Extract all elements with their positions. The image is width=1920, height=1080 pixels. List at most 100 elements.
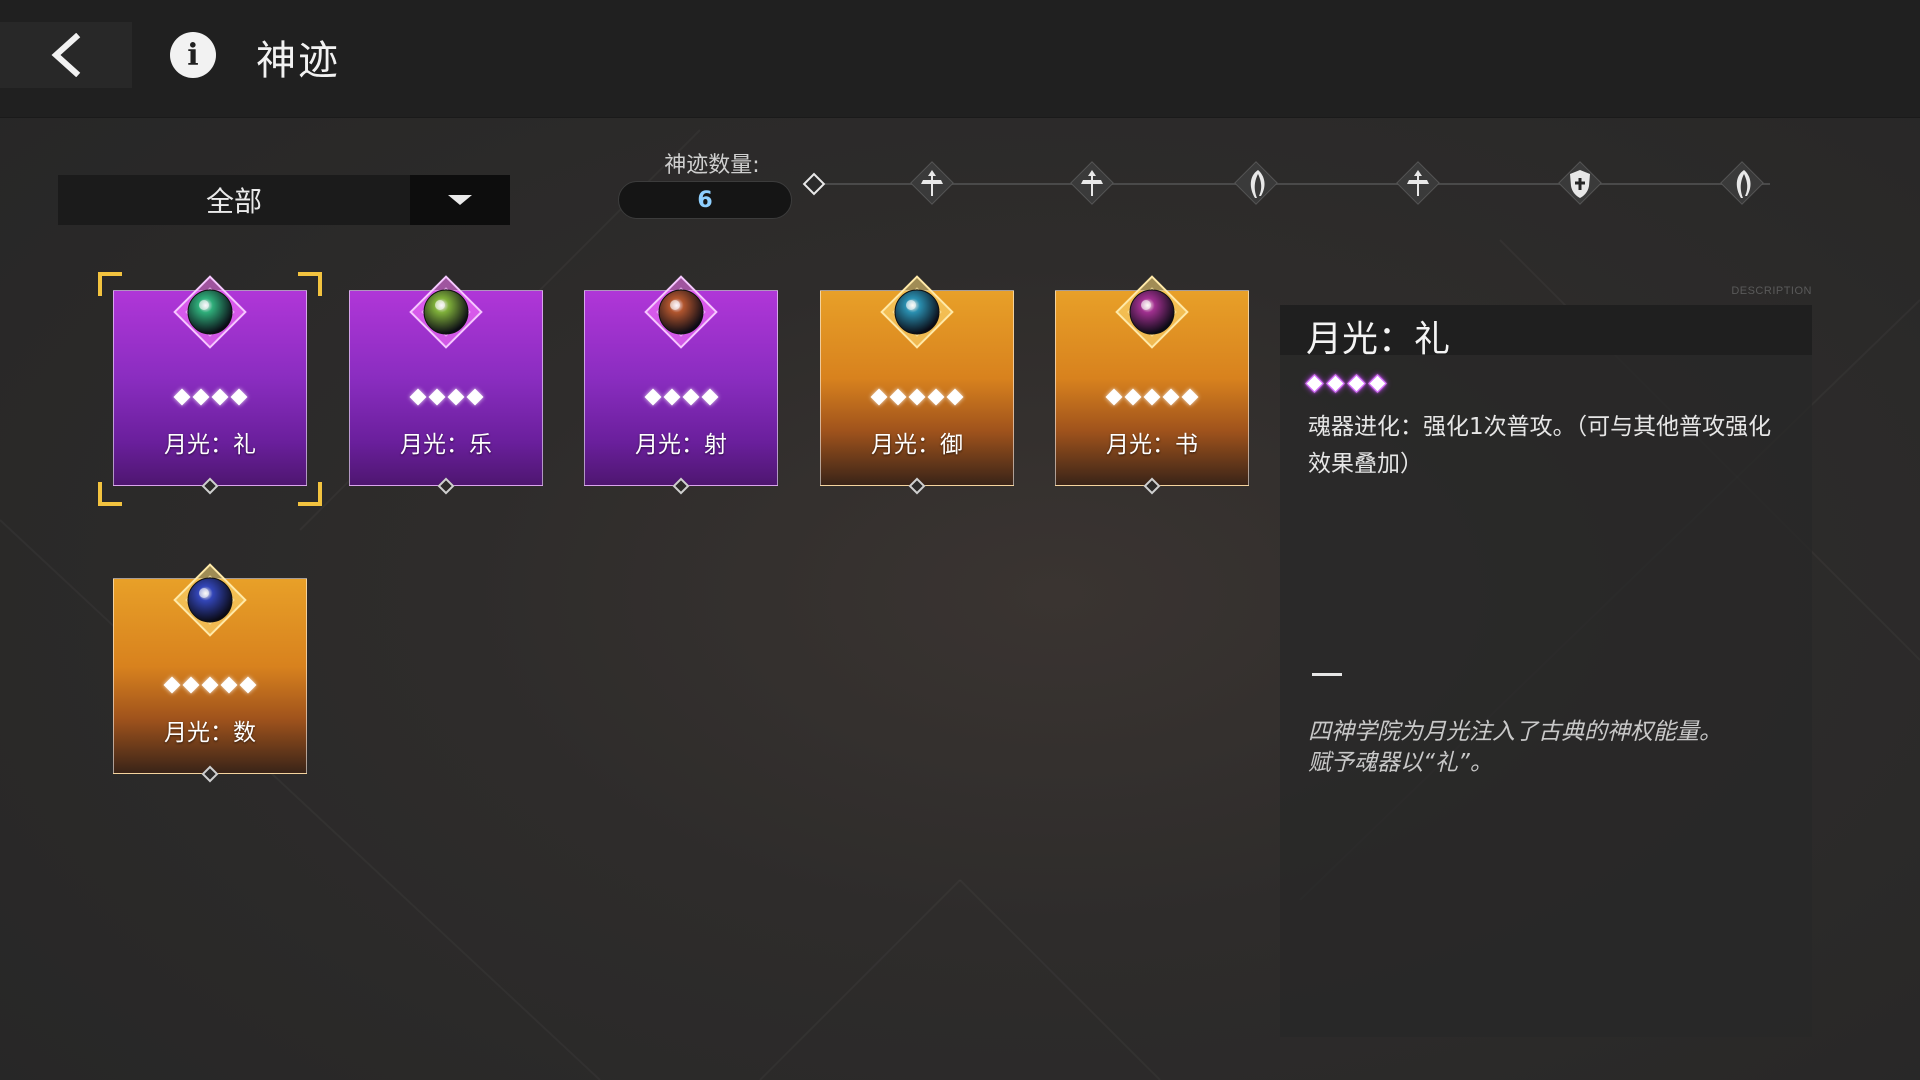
rarity-diamond-icon — [1181, 388, 1199, 406]
description-panel: DESCRIPTION 月光：礼 魂器进化：强化1次普攻。（可与其他普攻强化效果… — [1280, 285, 1812, 1037]
gem-icon — [409, 275, 483, 349]
milestone-5 — [1555, 158, 1605, 208]
detail-lore: 四神学院为月光注入了古典的神权能量。赋予魂器以“礼”。 — [1308, 719, 1722, 776]
rarity-diamond-icon — [1105, 388, 1123, 406]
rarity-diamond-icon — [230, 388, 247, 406]
rarity-stars — [585, 388, 777, 406]
gem-icon — [173, 563, 247, 637]
selection-corner-top-right — [298, 272, 322, 296]
milestone-2 — [1067, 158, 1117, 208]
rarity-stars — [350, 388, 542, 406]
gem-icon — [1115, 275, 1189, 349]
rarity-diamond-icon — [682, 388, 699, 406]
gem-icon — [880, 275, 954, 349]
milestone-3 — [1231, 158, 1281, 208]
rarity-diamond-icon — [173, 388, 190, 406]
rarity-diamond-icon — [447, 388, 464, 406]
rarity-diamond-icon — [889, 388, 907, 406]
gem-emblem — [1097, 257, 1207, 367]
relic-card[interactable]: 月光：御 — [820, 275, 1014, 495]
gem-emblem — [391, 257, 501, 367]
rarity-diamond-icon — [466, 388, 483, 406]
shield-icon — [1558, 161, 1602, 205]
rarity-diamond-icon — [428, 388, 445, 406]
divider — [1312, 673, 1342, 676]
rarity-diamond-icon — [1347, 374, 1366, 393]
selection-corner-top-left — [98, 272, 122, 296]
card-foot-diamond-icon — [908, 477, 926, 495]
rarity-diamond-icon — [409, 388, 426, 406]
relic-name: 月光：射 — [635, 432, 727, 458]
detail-effect: 魂器进化：强化1次普攻。（可与其他普攻强化效果叠加） — [1308, 414, 1772, 477]
page-title: 神迹 — [256, 38, 340, 84]
info-icon: i — [187, 37, 199, 73]
relic-name: 月光：御 — [871, 432, 963, 458]
relic-card[interactable]: 月光：数 — [113, 563, 307, 783]
back-button[interactable] — [0, 22, 132, 88]
rarity-diamond-icon — [644, 388, 661, 406]
gem-icon — [173, 275, 247, 349]
rarity-diamond-icon — [182, 676, 200, 694]
relic-name: 月光：数 — [164, 720, 256, 746]
card-foot-diamond-icon — [437, 477, 455, 495]
rarity-diamond-icon — [220, 676, 238, 694]
filter-selected-label: 全部 — [205, 185, 262, 218]
rarity-diamond-icon — [1143, 388, 1161, 406]
gem-emblem — [155, 257, 265, 367]
rarity-diamond-icon — [1326, 374, 1345, 393]
card-foot-diamond-icon — [1143, 477, 1161, 495]
rarity-diamond-icon — [201, 676, 219, 694]
rarity-diamond-icon — [192, 388, 209, 406]
figure-icon — [1396, 161, 1440, 205]
figure-icon — [910, 161, 954, 205]
rarity-diamond-icon — [1124, 388, 1142, 406]
rarity-diamond-icon — [908, 388, 926, 406]
dropdown-toggle[interactable] — [410, 175, 510, 225]
rarity-stars — [821, 388, 1013, 406]
rarity-diamond-icon — [1305, 374, 1324, 393]
card-foot-diamond-icon — [672, 477, 690, 495]
top-bar: i 神迹 — [0, 0, 1920, 118]
info-button[interactable]: i — [170, 32, 216, 78]
chevron-left-icon — [51, 33, 81, 77]
gem-icon — [644, 275, 718, 349]
selection-corner-bottom-right — [298, 482, 322, 506]
rarity-diamond-icon — [163, 676, 181, 694]
relic-card[interactable]: 月光：书 — [1055, 275, 1249, 495]
count-label: 神迹数量: — [664, 153, 760, 178]
rarity-stars — [114, 388, 306, 406]
detail-title: 月光：礼 — [1306, 319, 1451, 360]
feather-icon — [1720, 161, 1764, 205]
relic-name: 月光：礼 — [164, 432, 256, 458]
rarity-diamond-icon — [870, 388, 888, 406]
detail-rarity — [1305, 374, 1387, 393]
relic-card[interactable]: 月光：乐 — [349, 275, 543, 495]
rarity-diamond-icon — [663, 388, 680, 406]
relic-name: 月光：乐 — [400, 432, 492, 458]
rarity-diamond-icon — [701, 388, 718, 406]
rarity-diamond-icon — [211, 388, 228, 406]
rarity-diamond-icon — [1162, 388, 1180, 406]
rarity-stars — [114, 676, 306, 694]
figure-icon — [1070, 161, 1114, 205]
selection-corner-bottom-left — [98, 482, 122, 506]
gem-emblem — [626, 257, 736, 367]
filter-dropdown[interactable]: 全部 — [58, 175, 510, 225]
gem-emblem — [155, 545, 265, 655]
count-value: 6 — [618, 181, 792, 219]
panel-caption: DESCRIPTION — [1731, 285, 1812, 297]
relic-card[interactable]: 月光：礼 — [113, 275, 307, 495]
relic-card[interactable]: 月光：射 — [584, 275, 778, 495]
chevron-down-icon — [448, 195, 472, 205]
card-foot-diamond-icon — [201, 477, 219, 495]
rarity-diamond-icon — [239, 676, 257, 694]
rarity-diamond-icon — [927, 388, 945, 406]
rarity-diamond-icon — [1368, 374, 1387, 393]
rarity-diamond-icon — [946, 388, 964, 406]
relic-name: 月光：书 — [1106, 432, 1198, 458]
milestone-6 — [1717, 158, 1767, 208]
feather-icon — [1234, 161, 1278, 205]
track-start-diamond-icon — [802, 172, 826, 196]
milestone-4 — [1393, 158, 1443, 208]
rarity-stars — [1056, 388, 1248, 406]
